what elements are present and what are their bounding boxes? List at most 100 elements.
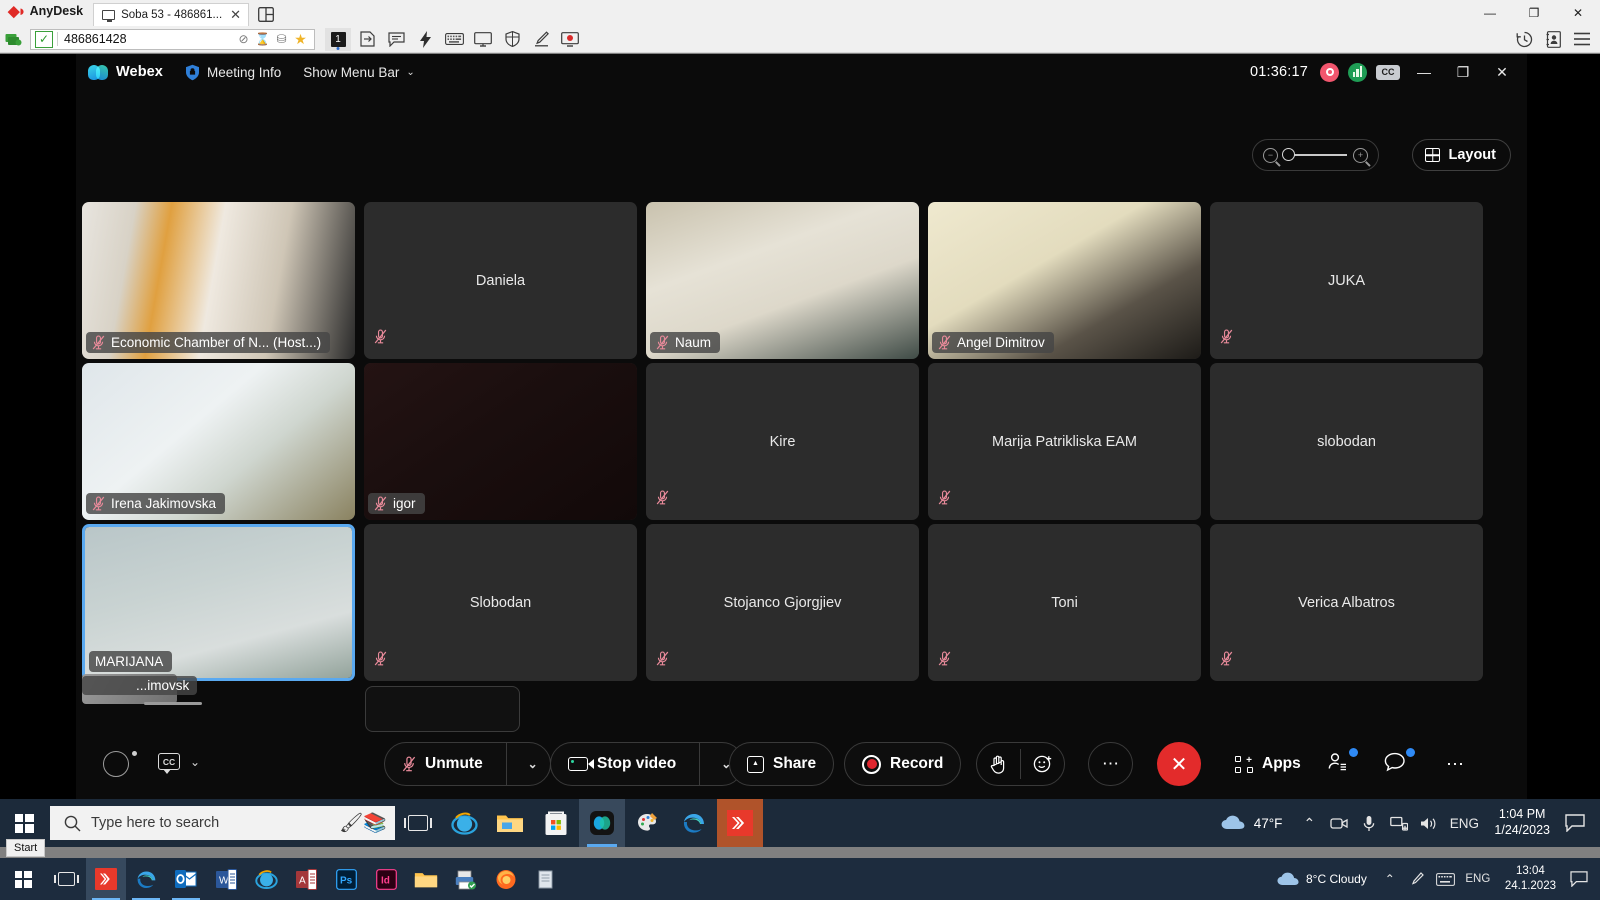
participant-tile[interactable]: Marija Patrikliska EAM	[928, 363, 1201, 520]
participant-tile[interactable]: Irena Jakimovska	[82, 363, 355, 520]
participant-tile[interactable]: Slobodan	[364, 524, 637, 681]
local-app-word[interactable]: W	[206, 858, 246, 900]
edge-icon[interactable]	[671, 799, 717, 847]
local-app-edge[interactable]	[126, 858, 166, 900]
smiley-plus-icon[interactable]	[1021, 754, 1064, 774]
webex-icon[interactable]	[579, 799, 625, 847]
show-menu-bar-button[interactable]: Show Menu Bar ⌄	[303, 65, 414, 80]
storage-icon[interactable]: ⛁	[272, 32, 291, 46]
webex-minimize-button[interactable]: —	[1409, 59, 1439, 85]
local-weather-label[interactable]: 8°C Cloudy	[1302, 872, 1375, 886]
local-app-printer[interactable]	[446, 858, 486, 900]
favorite-star-icon[interactable]: ★	[291, 31, 310, 48]
network-icon[interactable]	[1384, 799, 1414, 847]
local-app-notepad[interactable]	[526, 858, 566, 900]
cortana-doodle-icon[interactable]: 🖌📚	[339, 811, 387, 835]
hourglass-icon[interactable]: ⌛	[253, 32, 272, 46]
file-explorer-icon[interactable]	[487, 799, 533, 847]
chat-button[interactable]	[1384, 748, 1415, 777]
keyboard-icon[interactable]	[441, 28, 467, 51]
record-button[interactable]: Record	[844, 742, 962, 786]
recording-indicator-icon[interactable]	[1320, 62, 1339, 82]
apps-button[interactable]: + Apps	[1235, 755, 1301, 773]
local-app-outlook[interactable]	[166, 858, 206, 900]
participant-tile[interactable]: igor	[364, 363, 637, 520]
recording-status-icon[interactable]	[103, 751, 129, 777]
participant-tile[interactable]: Stojanco Gjorgjiev	[646, 524, 919, 681]
webex-maximize-button[interactable]: ❐	[1448, 59, 1478, 85]
raise-hand-icon[interactable]	[977, 755, 1020, 774]
zoom-in-icon[interactable]: +	[1353, 147, 1368, 163]
participant-tile[interactable]: slobodan	[1210, 363, 1483, 520]
microphone-icon[interactable]	[1354, 799, 1384, 847]
local-app-internet-explorer[interactable]	[246, 858, 286, 900]
local-app-photoshop[interactable]: Ps	[326, 858, 366, 900]
maximize-button[interactable]: ❐	[1512, 0, 1556, 26]
chevron-down-icon[interactable]: ⌄	[190, 755, 200, 769]
meeting-info-button[interactable]: Meeting Info	[185, 64, 281, 81]
paint-icon[interactable]	[625, 799, 671, 847]
chevron-up-icon[interactable]: ⌃	[1294, 799, 1324, 847]
actions-icon[interactable]	[412, 28, 438, 51]
close-icon[interactable]: ✕	[230, 7, 241, 23]
zoom-slider-knob[interactable]	[1282, 148, 1295, 161]
zoom-out-icon[interactable]: −	[1263, 147, 1278, 163]
remote-desktop-view[interactable]: Webex Meeting Info Show Menu Bar ⌄ 01:36…	[0, 54, 1600, 847]
layout-button[interactable]: Layout	[1412, 139, 1511, 171]
record-icon[interactable]	[557, 28, 583, 51]
privacy-shield-icon[interactable]	[499, 28, 525, 51]
close-button[interactable]: ✕	[1556, 0, 1600, 26]
action-center-icon[interactable]	[1566, 858, 1592, 900]
closed-captions-button[interactable]: CC ⌄	[158, 753, 200, 774]
participant-tile[interactable]: Economic Chamber of N... (Host...)	[82, 202, 355, 359]
keyboard-icon[interactable]	[1433, 858, 1459, 900]
blocked-icon[interactable]: ⊘	[234, 32, 253, 46]
menu-icon[interactable]	[1569, 28, 1595, 51]
history-icon[interactable]	[1511, 28, 1537, 51]
participant-tile[interactable]: MARIJANA	[82, 524, 355, 681]
more-panels-button[interactable]: ⋯	[1441, 751, 1469, 777]
local-task-view-button[interactable]	[46, 858, 86, 900]
taskbar-clock[interactable]: 1:04 PM 1/24/2023	[1484, 807, 1560, 838]
search-box[interactable]: Type here to search 🖌📚	[50, 806, 395, 840]
action-center-icon[interactable]	[1560, 799, 1590, 847]
participant-tile[interactable]: Angel Dimitrov	[928, 202, 1201, 359]
local-app-anydesk[interactable]	[86, 858, 126, 900]
file-transfer-icon[interactable]	[354, 28, 380, 51]
chevron-up-icon[interactable]: ⌃	[1377, 858, 1403, 900]
local-app-indesign[interactable]: Id	[366, 858, 406, 900]
webex-close-button[interactable]: ✕	[1487, 59, 1517, 85]
local-app-firefox[interactable]	[486, 858, 526, 900]
share-button[interactable]: Share	[729, 742, 835, 786]
anydesk-address-value[interactable]: 486861428	[64, 32, 234, 46]
local-app-access[interactable]: A	[286, 858, 326, 900]
network-quality-icon[interactable]	[1348, 62, 1367, 82]
anydesk-address-bar[interactable]: ✓ 486861428 ⊘ ⌛ ⛁ ★	[30, 28, 315, 50]
internet-explorer-icon[interactable]	[441, 799, 487, 847]
pen-icon[interactable]	[1405, 858, 1431, 900]
participant-tile[interactable]: Verica Albatros	[1210, 524, 1483, 681]
anydesk-icon[interactable]	[717, 799, 763, 847]
audio-options-caret[interactable]: ⌄	[516, 757, 550, 771]
local-app-file-explorer[interactable]	[406, 858, 446, 900]
whiteboard-icon[interactable]	[528, 28, 554, 51]
end-call-button[interactable]: ✕	[1157, 742, 1201, 786]
participant-tile[interactable]: Daniela	[364, 202, 637, 359]
camera-icon[interactable]	[1324, 799, 1354, 847]
minimize-button[interactable]: —	[1468, 0, 1512, 26]
closed-captions-badge[interactable]: CC	[1376, 64, 1400, 80]
local-taskbar-clock[interactable]: 13:04 24.1.2023	[1497, 864, 1564, 894]
zoom-slider-track[interactable]	[1282, 148, 1347, 161]
weather-widget[interactable]: 47°F	[1220, 814, 1295, 832]
display-icon[interactable]	[470, 28, 496, 51]
more-options-button[interactable]: ⋯	[1088, 742, 1133, 786]
local-start-button[interactable]	[0, 858, 46, 900]
zoom-slider-control[interactable]: − +	[1252, 139, 1379, 171]
chat-icon[interactable]	[383, 28, 409, 51]
language-indicator[interactable]: ENG	[1444, 799, 1484, 847]
participants-button[interactable]	[1327, 748, 1358, 777]
new-tab-icon[interactable]	[255, 3, 277, 25]
microsoft-store-icon[interactable]	[533, 799, 579, 847]
participant-tile[interactable]: Toni	[928, 524, 1201, 681]
screen-select-button[interactable]: 1	[325, 27, 351, 51]
